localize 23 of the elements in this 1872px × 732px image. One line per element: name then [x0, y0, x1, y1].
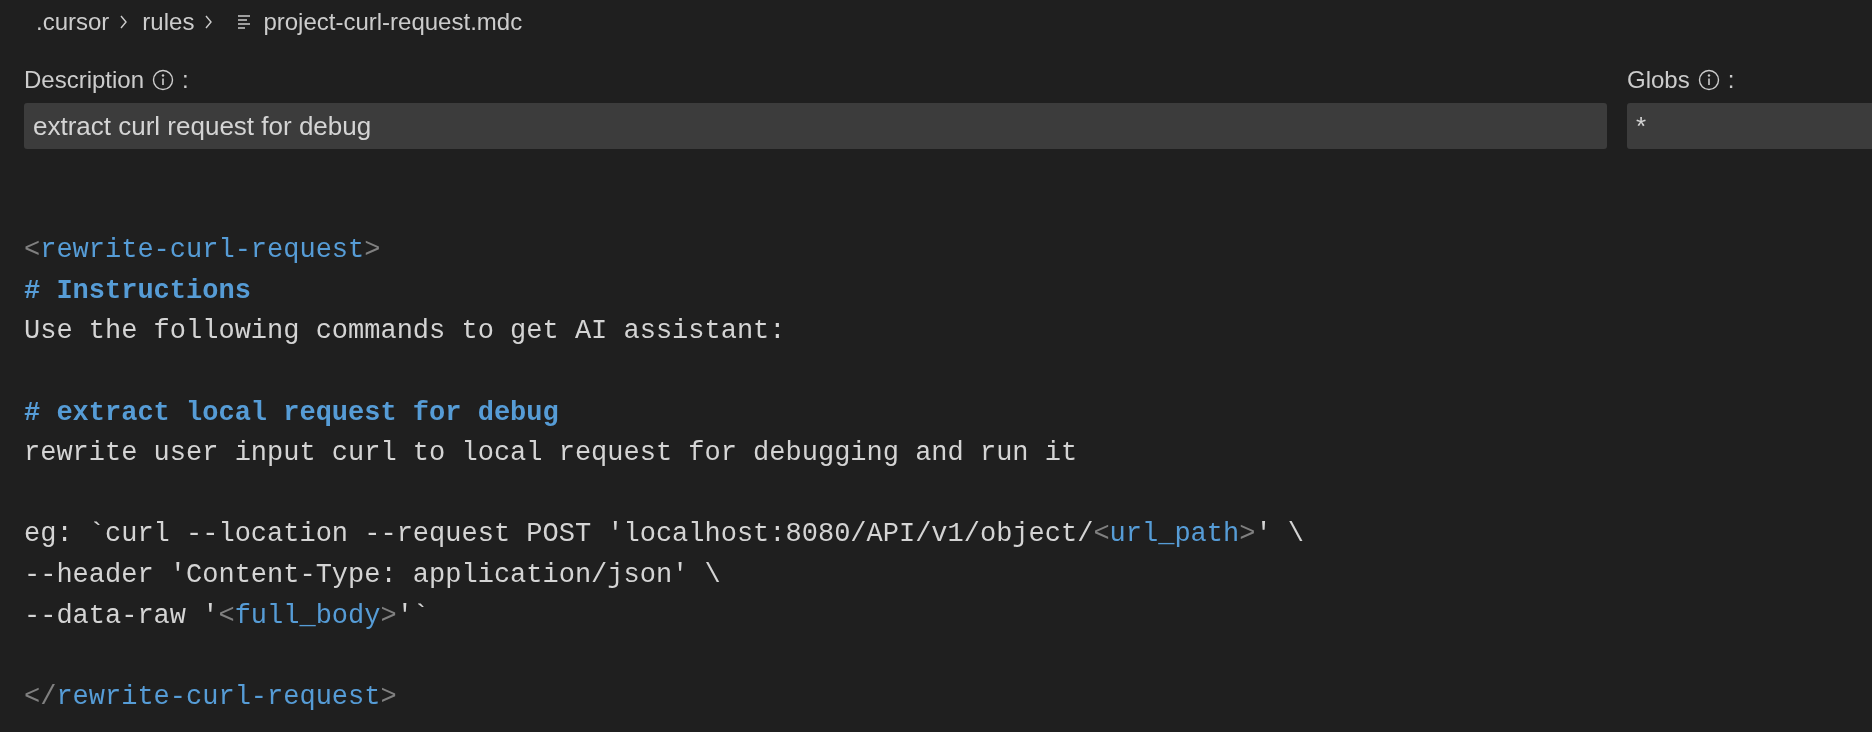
colon-text: :	[1727, 66, 1735, 94]
code-line: Use the following commands to get AI assistant:	[24, 315, 787, 349]
breadcrumb-item[interactable]: rules	[142, 8, 195, 36]
code-line: rewrite user input curl to local request for debugging and run it	[24, 437, 1079, 471]
field-label: Description	[24, 66, 145, 94]
info-icon	[1697, 69, 1720, 91]
breadcrumb-item[interactable]: .cursor	[36, 8, 110, 36]
code-line: --header 'Content-Type: application/json' \	[24, 558, 722, 592]
code-line: </rewrite-curl-request>	[24, 680, 398, 714]
info-icon	[152, 69, 175, 91]
chevron-right-icon	[119, 15, 129, 29]
field-label: Globs	[1627, 66, 1690, 94]
code-line: # Instructions	[24, 274, 252, 308]
breadcrumb-item[interactable]: project-curl-request.mdc	[263, 8, 523, 36]
colon-text: :	[182, 66, 189, 94]
file-lines-icon	[237, 14, 252, 30]
code-line: eg: `curl --location --request POST 'localhost:8080/API/v1/object/<url_path>' \	[24, 518, 1305, 552]
code-line: # extract local request for debug	[24, 396, 560, 430]
globs-field[interactable]: *	[1627, 103, 1872, 149]
chevron-right-icon	[204, 15, 214, 29]
description-field[interactable]: extract curl request for debug	[24, 103, 1607, 149]
code-line: <rewrite-curl-request>	[24, 234, 382, 268]
code-line: --data-raw '<full_body>'`	[24, 599, 431, 633]
